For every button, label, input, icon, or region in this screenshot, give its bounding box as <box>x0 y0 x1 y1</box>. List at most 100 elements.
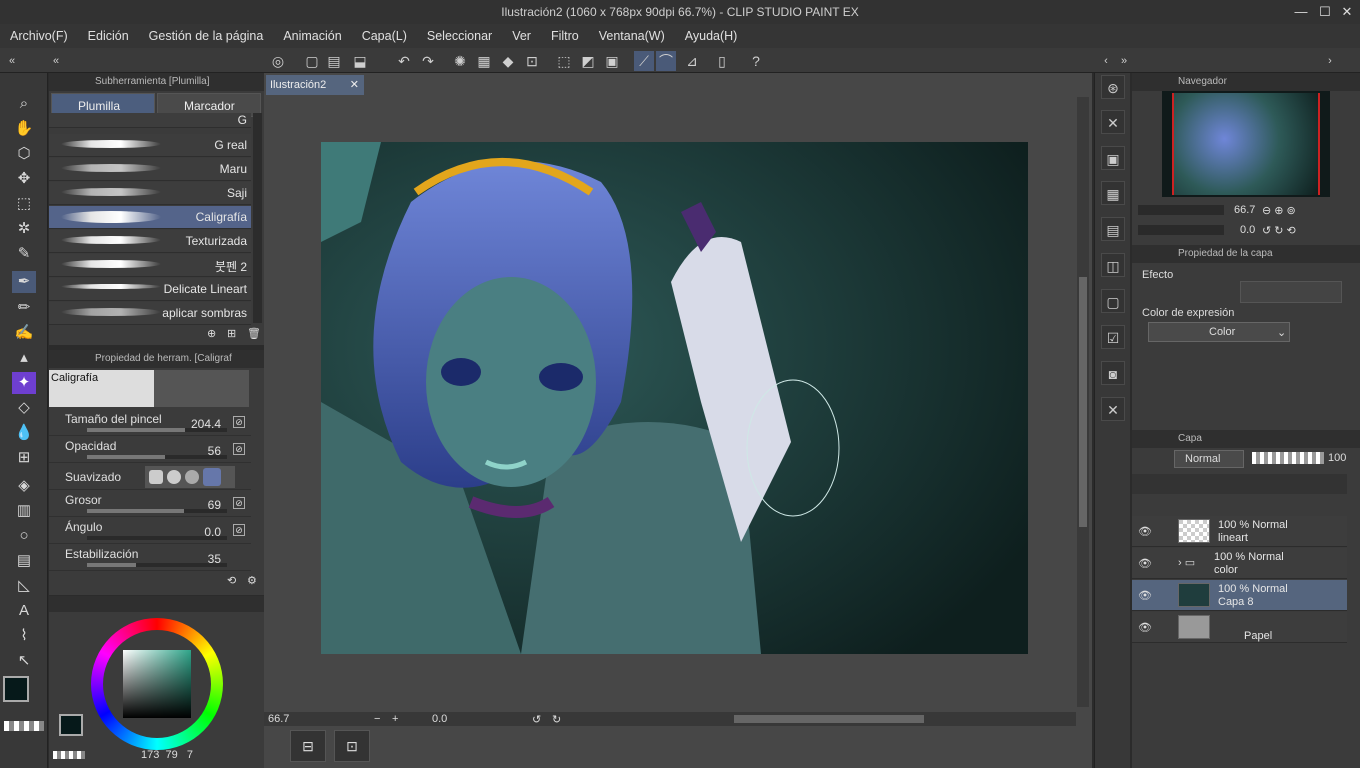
page-manager-icon[interactable]: ⊟ <box>290 730 326 762</box>
material-3-icon[interactable]: ▤ <box>1101 217 1125 241</box>
frame-tool-icon[interactable]: ▤ <box>12 550 36 572</box>
snap-ruler-icon[interactable]: ⟋ <box>634 51 654 71</box>
device-icon[interactable]: ▯ <box>712 51 732 71</box>
layer-row-papel[interactable]: 👁 Papel <box>1132 612 1347 643</box>
snap-special-ruler-icon[interactable]: ⌒ <box>656 51 676 71</box>
brush-item-bupen[interactable]: 붓펜 2 <box>49 254 251 277</box>
prop-slider[interactable] <box>87 455 227 459</box>
canvas-artwork[interactable] <box>321 142 1028 654</box>
undo-icon[interactable]: ↶ <box>394 51 414 71</box>
auto-action-icon[interactable]: ◙ <box>1101 361 1125 385</box>
menu-archivo[interactable]: Archivo(F) <box>0 29 78 43</box>
fill-tool-icon[interactable]: ◈ <box>12 475 36 497</box>
figure-tool-icon[interactable]: ○ <box>12 525 36 547</box>
canvas-settings-icon[interactable]: ⊡ <box>334 730 370 762</box>
maximize-button[interactable]: ☐ <box>1314 0 1336 24</box>
prop-row-thickness[interactable]: Grosor 69 ⊘ <box>49 491 251 517</box>
nav-rotate-slider[interactable] <box>1138 225 1224 235</box>
eraser-tool-icon[interactable]: ◇ <box>12 397 36 419</box>
selection-border-icon[interactable]: ▣ <box>602 51 622 71</box>
menu-seleccionar[interactable]: Seleccionar <box>417 29 502 43</box>
brush-tool-icon[interactable]: ✍ <box>12 322 36 344</box>
color-panel-tabs[interactable] <box>49 596 264 612</box>
layer-search-icon[interactable]: ☑ <box>1101 325 1125 349</box>
loading-icon[interactable]: ✺ <box>450 51 470 71</box>
smoothing-options[interactable] <box>145 466 235 488</box>
layer-opacity-slider[interactable] <box>1252 452 1324 464</box>
nav-rotate-buttons[interactable]: ↺ ↻ ⟲ <box>1262 224 1296 237</box>
selection-tool-icon[interactable]: ⬚ <box>12 193 36 215</box>
blend-mode-select[interactable]: Normal <box>1174 450 1244 468</box>
prop-row-angle[interactable]: Ángulo 0.0 ⊘ <box>49 518 251 544</box>
prop-slider[interactable] <box>87 509 227 513</box>
menu-capa[interactable]: Capa(L) <box>352 29 417 43</box>
expand-right-icon-2[interactable]: › <box>1320 51 1340 71</box>
document-tab[interactable]: Ilustración2 ✕ <box>266 75 364 95</box>
magic-wand-icon[interactable]: ✲ <box>12 218 36 240</box>
menu-animacion[interactable]: Animación <box>273 29 351 43</box>
close-button[interactable]: ✕ <box>1336 0 1358 24</box>
sub-view-icon[interactable]: ✕ <box>1101 110 1125 134</box>
deselect-icon[interactable]: ⬚ <box>554 51 574 71</box>
nav-zoom-slider[interactable] <box>1138 205 1224 215</box>
open-file-icon[interactable]: ▤ <box>324 51 344 71</box>
collapse-left-icon[interactable]: « <box>2 51 22 71</box>
prop-row-smoothing[interactable]: Suavizado <box>49 464 251 490</box>
material-2-icon[interactable]: ▦ <box>1101 181 1125 205</box>
pressure-icon[interactable]: ⊘ <box>233 443 245 455</box>
correct-line-tool-icon[interactable]: ↖ <box>12 650 36 672</box>
menu-edicion[interactable]: Edición <box>78 29 139 43</box>
clip-studio-icon[interactable]: ◎ <box>268 51 288 71</box>
layer-row-lineart[interactable]: 👁 100 % Normal lineart <box>1132 516 1347 547</box>
prop-row-size[interactable]: Tamaño del pincel 204.4 ⊘ <box>49 410 251 436</box>
copy-subtool-icon[interactable]: ⊕ <box>207 327 216 340</box>
layer-row-color[interactable]: 👁 › ▭ 100 % Normal color <box>1132 548 1347 579</box>
transparent-chip[interactable] <box>53 751 85 759</box>
eye-icon[interactable]: 👁 <box>1138 621 1152 634</box>
brush-item-delicate-lineart[interactable]: Delicate Lineart <box>49 278 251 301</box>
effect-buttons[interactable] <box>1240 281 1342 303</box>
prop-slider[interactable] <box>87 563 227 567</box>
rotation-readout[interactable]: 0.0 <box>432 713 447 725</box>
decoration-tool-icon[interactable]: ✦ <box>12 372 36 394</box>
ruler-tool-icon[interactable]: ◺ <box>12 575 36 597</box>
eye-icon[interactable]: 👁 <box>1138 525 1152 538</box>
operation-tool-icon[interactable]: ⬡ <box>12 143 36 165</box>
zoom-readout[interactable]: 66.7 <box>268 713 289 725</box>
hand-tool-icon[interactable]: ✋ <box>12 118 36 140</box>
eye-icon[interactable]: 👁 <box>1138 557 1152 570</box>
prop-row-stabilization[interactable]: Estabilización 35 <box>49 545 251 571</box>
settings-icon[interactable]: ⚙ <box>247 574 257 587</box>
zoom-in-icon[interactable]: + <box>392 713 398 725</box>
mesh-tool-icon[interactable]: ⊞ <box>12 447 36 469</box>
minimize-button[interactable]: — <box>1290 0 1312 24</box>
expression-color-select[interactable]: Color ⌄ <box>1148 322 1290 342</box>
layer-toolbar[interactable] <box>1132 474 1347 494</box>
color-wheel[interactable] <box>91 618 223 750</box>
gradient-tool-icon[interactable]: ▥ <box>12 500 36 522</box>
close-tab-icon[interactable]: ✕ <box>350 75 359 95</box>
material-icon[interactable]: ▣ <box>1101 146 1125 170</box>
rotate-left-icon[interactable]: ↺ <box>532 713 541 726</box>
brush-item-caligrafia[interactable]: Caligrafía <box>49 206 251 229</box>
help-icon[interactable]: ? <box>746 51 766 71</box>
menu-ventana[interactable]: Ventana(W) <box>589 29 675 43</box>
pressure-icon[interactable]: ⊘ <box>233 497 245 509</box>
brush-item-g-real[interactable]: G real <box>49 134 251 157</box>
layer-row-capa8[interactable]: 👁 100 % Normal Capa 8 <box>1132 580 1347 611</box>
item-bank-icon[interactable]: ◫ <box>1101 253 1125 277</box>
eyedropper-icon[interactable]: ✎ <box>12 243 36 265</box>
eye-icon[interactable]: 👁 <box>1138 589 1152 602</box>
balloon-tool-icon[interactable]: ⌇ <box>12 625 36 647</box>
new-file-icon[interactable]: ▢ <box>302 51 322 71</box>
delete-subtool-icon[interactable]: 🗑 <box>247 327 261 340</box>
prop-row-opacity[interactable]: Opacidad 56 ⊘ <box>49 437 251 463</box>
transparent-color-swatch[interactable] <box>4 721 44 731</box>
prop-slider[interactable] <box>87 428 227 432</box>
zoom-tool-icon[interactable]: ⌕ <box>12 93 36 115</box>
history-icon[interactable]: ▢ <box>1101 289 1125 313</box>
create-subtool-icon[interactable]: ⊞ <box>227 327 236 340</box>
brush-item-saji[interactable]: Saji <box>49 182 251 205</box>
menu-ayuda[interactable]: Ayuda(H) <box>675 29 748 43</box>
transform-icon[interactable]: ⊡ <box>522 51 542 71</box>
